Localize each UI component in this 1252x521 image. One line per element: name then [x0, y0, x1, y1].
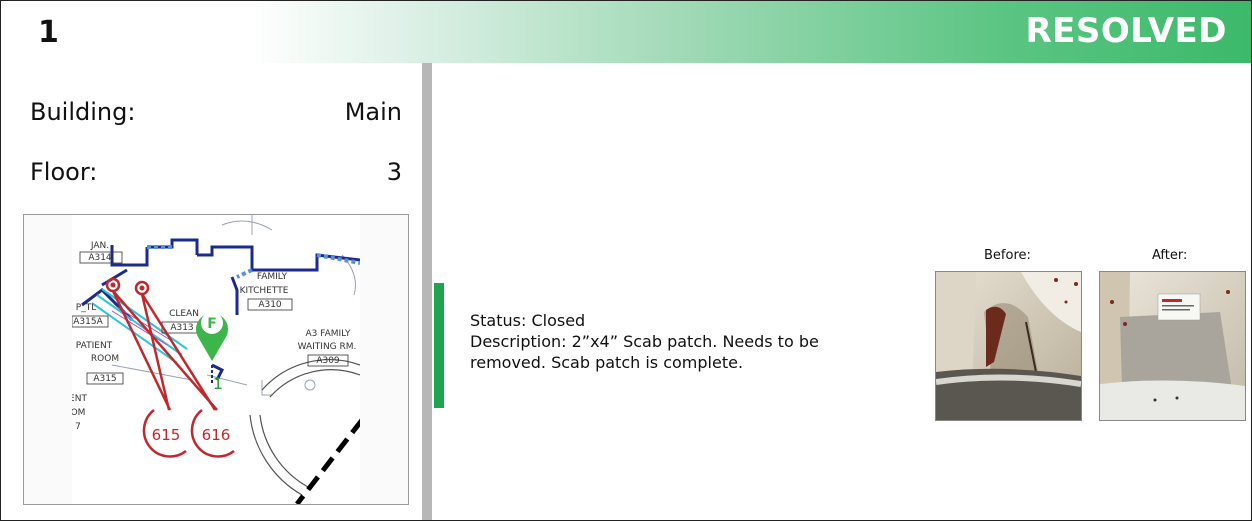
room-number-a314: A314	[88, 253, 112, 263]
building-value: Main	[344, 98, 402, 126]
room-label-family: FAMILY	[257, 272, 288, 282]
room-label-patient: PATIENT	[76, 341, 113, 351]
callout-615: 615	[152, 426, 181, 444]
room-label-kitchette: KITCHETTE	[240, 286, 289, 296]
before-label: Before:	[984, 248, 1031, 263]
room-number-a315a: A315A	[73, 317, 103, 327]
room-number-7: 7	[75, 422, 81, 432]
room-label-clean: CLEAN	[169, 309, 199, 319]
status-indicator-bar	[434, 283, 444, 408]
issue-details: Status: Closed Description: 2”x4” Scab p…	[470, 310, 870, 373]
floor-plan-frame[interactable]: JAN. A314 FAMILY KITCHETTE A310 CLEAN A3…	[23, 214, 409, 505]
pin-number: 1	[213, 374, 223, 393]
location-pin-icon[interactable]: F	[196, 312, 228, 361]
issue-header: 1 RESOLVED	[1, 1, 1251, 63]
callout-616: 616	[202, 426, 231, 444]
issue-number: 1	[38, 15, 59, 50]
room-label-room: ROOM	[91, 354, 119, 364]
floor-value: 3	[386, 158, 402, 186]
room-label-jan: JAN.	[90, 241, 109, 251]
room-label-ptl: P_TL	[76, 303, 96, 313]
building-row: Building: Main	[30, 98, 402, 126]
room-number-a315: A315	[93, 374, 116, 384]
after-photo[interactable]	[1099, 271, 1246, 421]
after-label: After:	[1152, 248, 1188, 263]
room-label-a3-family: A3 FAMILY	[306, 329, 351, 339]
before-photo[interactable]	[935, 271, 1082, 421]
room-label-om: OM	[72, 408, 85, 418]
section-divider	[422, 63, 432, 520]
floor-label: Floor:	[30, 158, 98, 186]
status-title: RESOLVED	[1025, 11, 1227, 51]
pin-letter: F	[207, 316, 217, 332]
room-label-ent: ENT	[72, 394, 87, 404]
room-number-a313: A313	[170, 323, 193, 333]
room-label-waiting: WAITING RM.	[298, 342, 357, 352]
status-text: Status: Closed	[470, 311, 586, 330]
room-number-a310: A310	[258, 300, 282, 310]
floor-row: Floor: 3	[30, 158, 402, 186]
floor-plan-image: JAN. A314 FAMILY KITCHETTE A310 CLEAN A3…	[72, 215, 360, 504]
issue-card: 1 RESOLVED Building: Main Floor: 3 JAN. …	[0, 0, 1252, 521]
description-text: Description: 2”x4” Scab patch. Needs to …	[470, 332, 819, 372]
building-label: Building:	[30, 98, 136, 126]
room-number-a309: A309	[316, 356, 340, 366]
